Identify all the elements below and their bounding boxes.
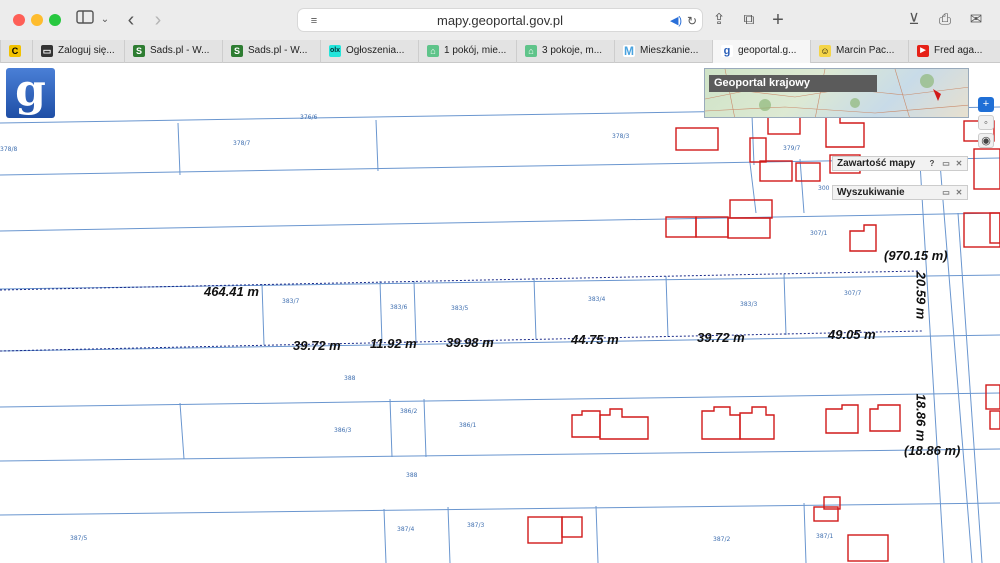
measurement-label: 49.05 m	[828, 327, 876, 342]
parcel-label: 387/3	[467, 522, 484, 529]
parcel-label: 379/7	[783, 145, 800, 152]
youtube-icon: ▶	[917, 45, 929, 57]
parcel-label: 383/3	[740, 301, 757, 308]
tab-6[interactable]: ⌂ 3 pokoje, m...	[516, 40, 614, 63]
tab-5[interactable]: ⌂ 1 pokój, mie...	[418, 40, 516, 63]
search-panel[interactable]: Wyszukiwanie ▭ ✕	[832, 185, 968, 200]
parcel-label: 378/3	[612, 133, 629, 140]
measurement-label: 20.59 m	[913, 271, 929, 320]
parcel-label: 387/5	[70, 535, 87, 542]
minimize-icon[interactable]: ▭	[941, 187, 951, 198]
geoportal-logo[interactable]: g	[6, 68, 55, 118]
otodom-icon: ⌂	[427, 45, 439, 57]
parcel-label: 307/1	[810, 230, 827, 237]
measurement-label: 11.92 m	[370, 336, 417, 351]
url-text: mapy.geoportal.gov.pl	[437, 13, 563, 28]
tab-8[interactable]: g geoportal.g...	[712, 40, 810, 63]
parcel-label: 387/4	[397, 526, 414, 533]
map-contents-title: Zawartość mapy	[837, 158, 916, 169]
c-icon: C	[9, 45, 21, 57]
measurement-label: 39.98 m	[446, 335, 494, 350]
minimize-window-icon[interactable]	[31, 14, 43, 26]
sidebar-icon[interactable]	[75, 10, 95, 30]
tab-1[interactable]: ▭ Zaloguj się...	[32, 40, 124, 63]
downloads-icon[interactable]: ⊻	[904, 10, 924, 30]
close-icon[interactable]: ✕	[954, 158, 964, 169]
m-icon: M	[623, 44, 635, 58]
forward-icon[interactable]: ›	[148, 10, 168, 30]
parcel-label: 378/7	[233, 140, 250, 147]
parcel-label: 386/3	[334, 427, 351, 434]
parcel-label: 388	[344, 375, 356, 382]
tab-9[interactable]: ☺ Marcin Pac...	[810, 40, 908, 63]
measurement-label: (18.86 m)	[904, 443, 961, 458]
tab-2[interactable]: S Sads.pl - W...	[124, 40, 222, 63]
parcel-label: 383/6	[390, 304, 407, 311]
measurement-label: 44.75 m	[571, 332, 619, 347]
minimize-icon[interactable]: ▭	[941, 158, 951, 169]
parcel-label: 387/2	[713, 536, 730, 543]
tabs-overview-icon[interactable]: ⧉	[739, 10, 759, 30]
parcel-label: 300	[818, 185, 830, 192]
back-icon[interactable]: ‹	[121, 10, 141, 30]
overview-minimap[interactable]: Geoportal krajowy	[704, 68, 969, 118]
toggle-layer-icon[interactable]: ◦	[978, 115, 994, 130]
parcel-label: 376/6	[300, 114, 317, 121]
mail-icon[interactable]: ✉	[966, 10, 986, 30]
tab-bar: C ▭ Zaloguj się... S Sads.pl - W... S Sa…	[0, 40, 1000, 63]
browser-toolbar: ⌄ ‹ › ≡ mapy.geoportal.gov.pl ◀) ↻ ⇪ ⧉ +…	[0, 0, 1000, 40]
close-icon[interactable]: ✕	[954, 187, 964, 198]
measurement-label: 39.72 m	[293, 338, 341, 353]
minimap-title: Geoportal krajowy	[709, 75, 877, 92]
sads-icon: S	[133, 45, 145, 57]
card-icon: ▭	[41, 45, 53, 57]
parcel-label: 383/5	[451, 305, 468, 312]
tab-3[interactable]: S Sads.pl - W...	[222, 40, 320, 63]
parcel-label: 386/2	[400, 408, 417, 415]
otodom-icon: ⌂	[525, 45, 537, 57]
chevron-down-icon[interactable]: ⌄	[95, 10, 115, 30]
map-viewport[interactable]: 376/6 378/8 378/7 378/3 379/7 300 307/1 …	[0, 63, 1000, 563]
tab-0[interactable]: C	[0, 40, 32, 63]
parcel-labels: 376/6 378/8 378/7 378/3 379/7 300 307/1 …	[0, 114, 861, 543]
tab-4[interactable]: olx Ogłoszenia...	[320, 40, 418, 63]
map-contents-panel[interactable]: Zawartość mapy ? ▭ ✕	[832, 156, 968, 171]
help-icon[interactable]: ?	[927, 158, 937, 169]
measurement-label: 39.72 m	[697, 330, 745, 345]
address-bar[interactable]: ≡ mapy.geoportal.gov.pl ◀) ↻	[297, 8, 703, 32]
measurement-label: 464.41 m	[204, 284, 259, 299]
face-icon: ☺	[819, 45, 831, 57]
tab-7[interactable]: M Mieszkanie...	[614, 40, 712, 63]
parcel-label: 383/4	[588, 296, 605, 303]
olx-icon: olx	[329, 45, 341, 57]
parcel-label: 307/7	[844, 290, 861, 297]
zoom-window-icon[interactable]	[49, 14, 61, 26]
tab-10[interactable]: ▶ Fred aga...	[908, 40, 1000, 63]
share-icon[interactable]: ⇪	[709, 10, 729, 30]
parcel-label: 386/1	[459, 422, 476, 429]
measurement-label: (970.15 m)	[884, 248, 948, 263]
sads-icon: S	[231, 45, 243, 57]
cadastral-map[interactable]: 376/6 378/8 378/7 378/3 379/7 300 307/1 …	[0, 63, 1000, 563]
parcel-label: 388	[406, 472, 418, 479]
parcel-label: 387/1	[816, 533, 833, 540]
measurement-label: 18.86 m	[913, 393, 929, 442]
zoom-in-button[interactable]: +	[978, 97, 994, 112]
new-tab-icon[interactable]: +	[768, 10, 788, 30]
close-window-icon[interactable]	[13, 14, 25, 26]
parcel-label: 383/7	[282, 298, 299, 305]
eye-icon[interactable]: ◉	[978, 133, 994, 148]
print-icon[interactable]: ⎙	[935, 10, 955, 30]
geoportal-icon: g	[721, 45, 733, 57]
search-panel-title: Wyszukiwanie	[837, 187, 905, 198]
reload-icon[interactable]: ↻	[682, 11, 702, 31]
parcel-label: 378/8	[0, 146, 17, 153]
